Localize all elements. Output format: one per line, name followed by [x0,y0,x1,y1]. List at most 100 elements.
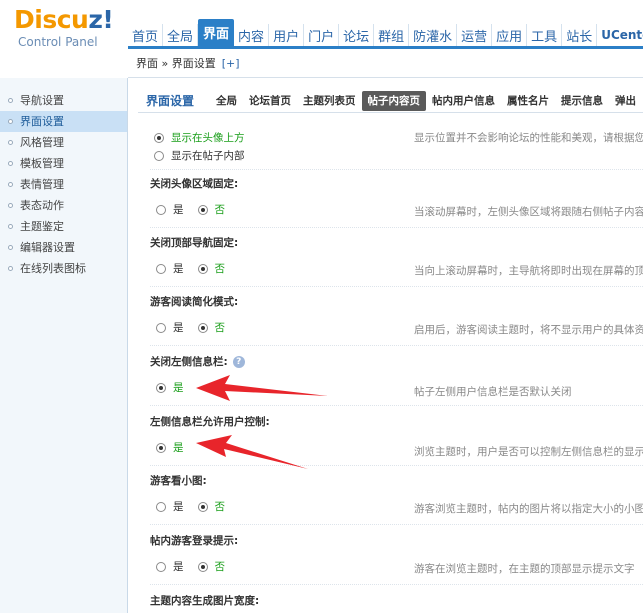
radio-yes[interactable]: 是 [156,440,184,455]
top-nav-admin[interactable]: 站长 [562,24,598,46]
radio-unchecked-icon [154,150,164,161]
header: Discuz! Control Panel 首页 全局 界面 内容 用户 门户 … [0,0,643,50]
sidebar-item-editor-settings[interactable]: 编辑器设置 [0,237,127,258]
tab-global[interactable]: 全局 [210,91,243,111]
top-nav-interface[interactable]: 界面 [198,19,235,46]
sidebar-item-style-manage[interactable]: 风格管理 [0,132,127,153]
setting-desc: 启用后，游客阅读主题时，将不显示用户的具体资料 [414,324,643,336]
radio-no[interactable]: 否 [197,499,225,514]
setting-avatar-position: 显示在头像上方 显示在帖子内部 显示位置并不会影响论坛的性能和美观，请根据您会 [150,126,643,170]
setting-label: 关闭左侧信息栏:? [150,354,245,369]
top-nav-tools[interactable]: 工具 [527,24,563,46]
top-nav-home[interactable]: 首页 [128,24,164,46]
setting-row: 关闭顶部导航固定: 是 否 当向上滚动屏幕时，主导航将即时出现在屏幕的顶部 [150,235,643,287]
top-nav-forum[interactable]: 论坛 [339,24,375,46]
logo-wordmark: Discuz! [14,5,114,34]
sidebar-item-thread-stamps[interactable]: 主题鉴定 [0,216,127,237]
radio-checked-icon [197,204,208,215]
bullet-icon [8,245,13,250]
setting-desc: 帖子左侧用户信息栏是否默认关闭 [414,386,572,398]
setting-label: 关闭头像区域固定: [150,178,239,190]
top-nav-global[interactable]: 全局 [163,24,199,46]
radio-unchecked-icon [156,501,166,512]
tab-profile-card[interactable]: 属性名片 [501,91,555,111]
radio-no[interactable]: 否 [197,559,225,574]
divider [150,286,643,287]
setting-label: 帖内游客登录提示: [150,535,239,547]
settings-tabs: 界面设置 全局 论坛首页 主题列表页 帖子内容页 帖内用户信息 属性名片 提示信… [138,89,643,113]
help-icon[interactable]: ? [232,356,245,368]
radio-yes[interactable]: 是 [156,499,184,514]
setting-row: 主题内容生成图片宽度: [150,593,643,611]
main-content: 界面设置 全局 论坛首页 主题列表页 帖子内容页 帖内用户信息 属性名片 提示信… [138,84,643,613]
top-nav-operation[interactable]: 运营 [457,24,493,46]
bullet-icon [8,140,13,145]
setting-desc: 游客浏览主题时，帖内的图片将以指定大小的小图显 [414,503,643,515]
radio-no[interactable]: 否 [197,261,225,276]
tab-post-user-info[interactable]: 帖内用户信息 [426,91,501,111]
setting-row: 关闭头像区域固定: 是 否 当滚动屏幕时，左侧头像区域将跟随右侧帖子内容滚 [150,176,643,228]
sidebar-item-nav-settings[interactable]: 导航设置 [0,90,127,111]
setting-desc: 游客在浏览主题时，在主题的顶部显示提示文字 [414,563,635,575]
setting-label: 关闭顶部导航固定: [150,237,239,249]
add-shortcut-button[interactable]: [+] [222,57,240,70]
discuz-logo[interactable]: Discuz! Control Panel [14,5,124,50]
logo-subtitle: Control Panel [18,35,98,49]
bullet-icon [8,203,13,208]
breadcrumb-path: 界面 » 界面设置 [136,57,216,70]
top-nav-antispam[interactable]: 防灌水 [409,24,458,46]
divider [150,584,643,585]
tab-post-content[interactable]: 帖子内容页 [361,90,426,111]
arrow-shape [196,435,308,469]
breadcrumb: 界面 » 界面设置 [+] [128,46,643,78]
setting-label: 游客看小图: [150,475,207,487]
bullet-icon [8,224,13,229]
setting-label: 主题内容生成图片宽度: [150,595,260,607]
tab-forum-index[interactable]: 论坛首页 [243,91,297,111]
bullet-icon [8,98,13,103]
arrow-shape [196,375,328,401]
radio-checked-icon [156,382,166,393]
radio-checked-icon [154,132,164,143]
top-nav-ucenter[interactable]: UCenter [597,24,643,46]
radio-yes[interactable]: 是 [156,320,184,335]
top-nav-portal[interactable]: 门户 [304,24,340,46]
red-arrow-annotation [196,375,328,401]
radio-unchecked-icon [156,322,166,333]
tab-prompt-info[interactable]: 提示信息 [555,91,609,111]
sidebar-item-template-manage[interactable]: 模板管理 [0,153,127,174]
tab-thread-list[interactable]: 主题列表页 [297,91,362,111]
radio-no[interactable]: 否 [197,202,225,217]
radio-yes[interactable]: 是 [156,261,184,276]
tab-popup[interactable]: 弹出 [609,91,642,111]
sidebar-item-click-actions[interactable]: 表态动作 [0,195,127,216]
bullet-icon [8,266,13,271]
radio-yes[interactable]: 是 [156,202,184,217]
radio-checked-icon [197,322,208,333]
setting-desc: 当向上滚动屏幕时，主导航将即时出现在屏幕的顶部 [414,265,643,277]
radio-inside-post[interactable]: 显示在帖子内部 [154,148,245,163]
radio-yes[interactable]: 是 [156,559,184,574]
sidebar-item-online-icons[interactable]: 在线列表图标 [0,258,127,279]
bullet-icon [8,182,13,187]
red-arrow-annotation [196,435,308,469]
sidebar-item-interface-settings[interactable]: 界面设置 [0,111,127,132]
divider [150,169,643,170]
top-nav-content[interactable]: 内容 [234,24,270,46]
sidebar-item-smiley-manage[interactable]: 表情管理 [0,174,127,195]
top-nav-groups[interactable]: 群组 [374,24,410,46]
top-nav: 首页 全局 界面 内容 用户 门户 论坛 群组 防灌水 运营 应用 工具 站长 … [128,19,643,46]
bullet-icon [8,161,13,166]
radio-checked-icon [197,263,208,274]
radio-yes[interactable]: 是 [156,380,184,395]
setting-row: 游客阅读简化模式: 是 否 启用后，游客阅读主题时，将不显示用户的具体资料 [150,294,643,346]
divider [150,227,643,228]
top-nav-users[interactable]: 用户 [269,24,305,46]
radio-unchecked-icon [156,561,166,572]
top-nav-apps[interactable]: 应用 [492,24,528,46]
radio-above-avatar[interactable]: 显示在头像上方 [154,130,245,145]
divider [150,524,643,525]
divider [150,345,643,346]
radio-checked-icon [197,501,208,512]
radio-no[interactable]: 否 [197,320,225,335]
